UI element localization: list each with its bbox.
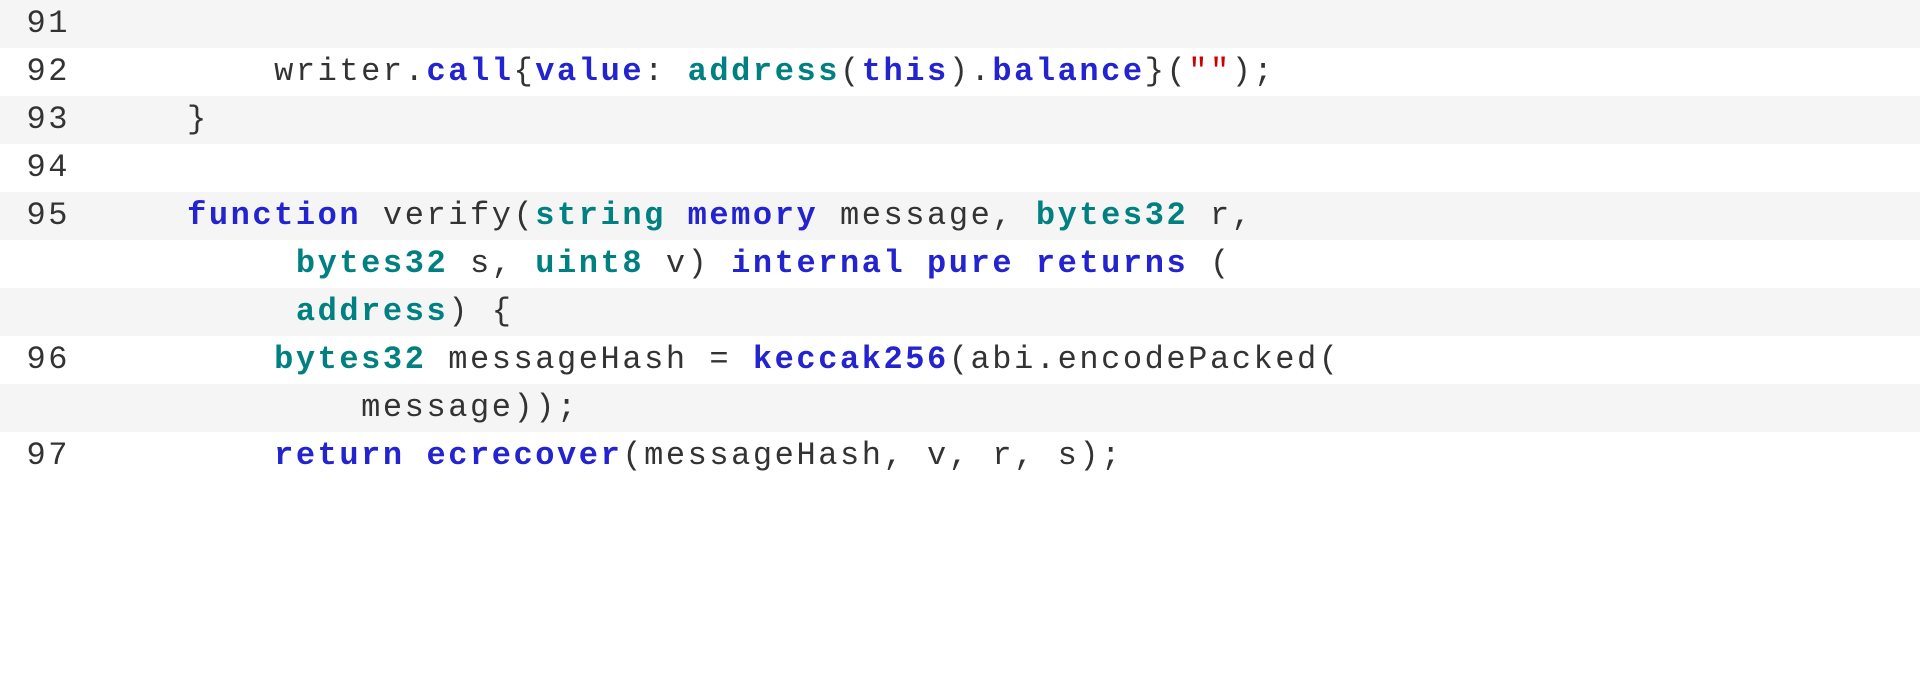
token: } bbox=[100, 101, 209, 138]
token: ); bbox=[1232, 53, 1276, 90]
token: balance bbox=[992, 53, 1144, 90]
line-number: 95 bbox=[0, 192, 100, 240]
token: ( bbox=[840, 53, 862, 90]
token: internal bbox=[731, 245, 905, 282]
token: uint8 bbox=[535, 245, 644, 282]
token: pure bbox=[927, 245, 1014, 282]
token bbox=[100, 197, 187, 234]
token: bytes32 bbox=[296, 245, 448, 282]
code-content: message)); bbox=[100, 384, 579, 432]
code-line: 91 bbox=[0, 0, 1920, 48]
token: (abi.encodePacked( bbox=[949, 341, 1341, 378]
code-line: 95 function verify(string memory message… bbox=[0, 192, 1920, 240]
token: address bbox=[296, 293, 448, 330]
token bbox=[100, 437, 274, 474]
code-line: 92 writer.call{value: address(this).bala… bbox=[0, 48, 1920, 96]
token bbox=[905, 245, 927, 282]
code-line: message)); bbox=[0, 384, 1920, 432]
code-content: function verify(string memory message, b… bbox=[100, 192, 1254, 240]
token: writer. bbox=[100, 53, 426, 90]
token: bytes32 bbox=[1036, 197, 1188, 234]
token: ). bbox=[949, 53, 993, 90]
token: message)); bbox=[100, 389, 579, 426]
token: messageHash = bbox=[426, 341, 752, 378]
token: }( bbox=[1145, 53, 1189, 90]
line-number: 93 bbox=[0, 96, 100, 144]
token: string bbox=[535, 197, 666, 234]
code-line: 96 bytes32 messageHash = keccak256(abi.e… bbox=[0, 336, 1920, 384]
token: memory bbox=[688, 197, 819, 234]
token bbox=[405, 437, 427, 474]
token: ecrecover bbox=[426, 437, 622, 474]
token: address bbox=[688, 53, 840, 90]
code-content: writer.call{value: address(this).balance… bbox=[100, 48, 1275, 96]
line-number: 94 bbox=[0, 144, 100, 192]
token: verify( bbox=[361, 197, 535, 234]
code-content: } bbox=[100, 96, 209, 144]
token: { bbox=[514, 53, 536, 90]
token: r, bbox=[1188, 197, 1253, 234]
code-content: bytes32 s, uint8 v) internal pure return… bbox=[100, 240, 1232, 288]
token: value bbox=[535, 53, 644, 90]
token: return bbox=[274, 437, 405, 474]
code-content: bytes32 messageHash = keccak256(abi.enco… bbox=[100, 336, 1341, 384]
line-number: 97 bbox=[0, 432, 100, 480]
token: v) bbox=[644, 245, 731, 282]
code-line: 97 return ecrecover(messageHash, v, r, s… bbox=[0, 432, 1920, 480]
token: ) { bbox=[448, 293, 513, 330]
code-content: return ecrecover(messageHash, v, r, s); bbox=[100, 432, 1123, 480]
token bbox=[100, 245, 296, 282]
token: s, bbox=[448, 245, 535, 282]
code-line: bytes32 s, uint8 v) internal pure return… bbox=[0, 240, 1920, 288]
token: bytes32 bbox=[274, 341, 426, 378]
code-line: address) { bbox=[0, 288, 1920, 336]
line-number: 92 bbox=[0, 48, 100, 96]
code-line: 93 } bbox=[0, 96, 1920, 144]
token: call bbox=[426, 53, 513, 90]
code-line: 94 bbox=[0, 144, 1920, 192]
code-content: address) { bbox=[100, 288, 514, 336]
token: (messageHash, v, r, s); bbox=[622, 437, 1123, 474]
token: this bbox=[862, 53, 949, 90]
line-number: 91 bbox=[0, 0, 100, 48]
token bbox=[666, 197, 688, 234]
token bbox=[1014, 245, 1036, 282]
token: returns bbox=[1036, 245, 1188, 282]
token: "" bbox=[1188, 53, 1232, 90]
token: message, bbox=[818, 197, 1036, 234]
token: ( bbox=[1188, 245, 1232, 282]
token bbox=[100, 341, 274, 378]
token: : bbox=[644, 53, 688, 90]
token: keccak256 bbox=[753, 341, 949, 378]
token: function bbox=[187, 197, 361, 234]
line-number: 96 bbox=[0, 336, 100, 384]
token bbox=[100, 293, 296, 330]
code-listing: 9192 writer.call{value: address(this).ba… bbox=[0, 0, 1920, 480]
